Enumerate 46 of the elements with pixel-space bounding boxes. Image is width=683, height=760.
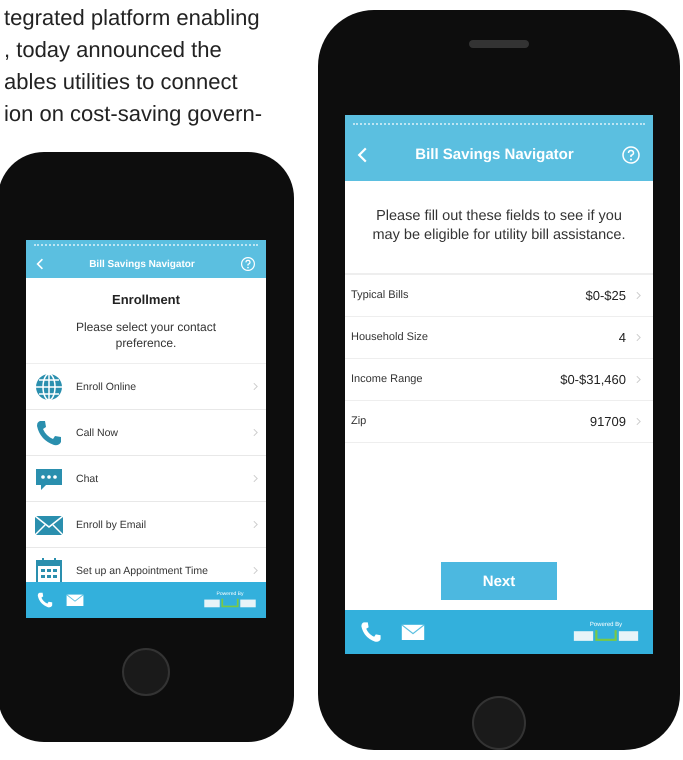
- form-row[interactable]: Typical Bills $0-$25: [345, 274, 653, 317]
- calendar-icon: [34, 556, 64, 582]
- article-text-line: ion on cost-saving govern-: [4, 100, 264, 128]
- field-label: Household Size: [351, 331, 430, 344]
- field-value: 4: [618, 330, 626, 345]
- article-text-line: tegrated platform enabling: [4, 4, 261, 32]
- phone-icon[interactable]: [359, 620, 383, 644]
- chevron-icon: [636, 374, 641, 384]
- contact-option[interactable]: Enroll Online: [26, 364, 266, 410]
- help-icon[interactable]: [240, 256, 256, 272]
- help-icon[interactable]: [621, 144, 641, 165]
- nav-title: Bill Savings Navigator: [88, 258, 196, 270]
- contact-option[interactable]: Call Now: [26, 410, 266, 456]
- nav-title: Bill Savings Navigator: [414, 146, 575, 164]
- chevron-icon: [636, 416, 641, 426]
- field-label: Zip: [351, 415, 368, 428]
- contact-option[interactable]: Enroll by Email: [26, 502, 266, 548]
- field-value: $0-$31,460: [560, 372, 626, 387]
- chevron-icon: [253, 428, 258, 437]
- chevron-icon: [636, 290, 641, 300]
- contact-option[interactable]: Chat: [26, 456, 266, 502]
- chevron-icon: [253, 474, 258, 483]
- home-button[interactable]: [122, 648, 170, 696]
- chevron-icon: [636, 332, 641, 342]
- back-icon[interactable]: [36, 257, 44, 271]
- logo-drawing: [573, 628, 639, 643]
- speaker-drawing: [469, 40, 529, 48]
- globe-icon: [34, 372, 64, 402]
- field-value: 91709: [590, 414, 626, 429]
- field-label: Typical Bills: [351, 289, 410, 302]
- article-text-line: ables utilities to connect: [4, 68, 239, 96]
- phone-icon[interactable]: [36, 591, 54, 609]
- article-text-line: , today announced the: [4, 36, 223, 64]
- field-label: Income Range: [351, 373, 424, 386]
- chevron-icon: [253, 520, 258, 529]
- prompt-text: Please fill out these fields to see if you may be eligible for utility bill assistance.: [345, 180, 653, 274]
- prompt-text: Please select your contact preference.: [26, 317, 266, 364]
- chevron-icon: [253, 382, 258, 391]
- form-row[interactable]: Zip 91709: [345, 400, 653, 443]
- chevron-icon: [253, 566, 258, 575]
- form-row[interactable]: Income Range $0-$31,460: [345, 358, 653, 401]
- form-row[interactable]: Household Size 4: [345, 316, 653, 359]
- logo-drawing: [204, 597, 256, 609]
- screen-heading: Enrollment: [111, 291, 181, 309]
- field-value: $0-$25: [586, 288, 626, 303]
- back-icon[interactable]: [357, 146, 368, 164]
